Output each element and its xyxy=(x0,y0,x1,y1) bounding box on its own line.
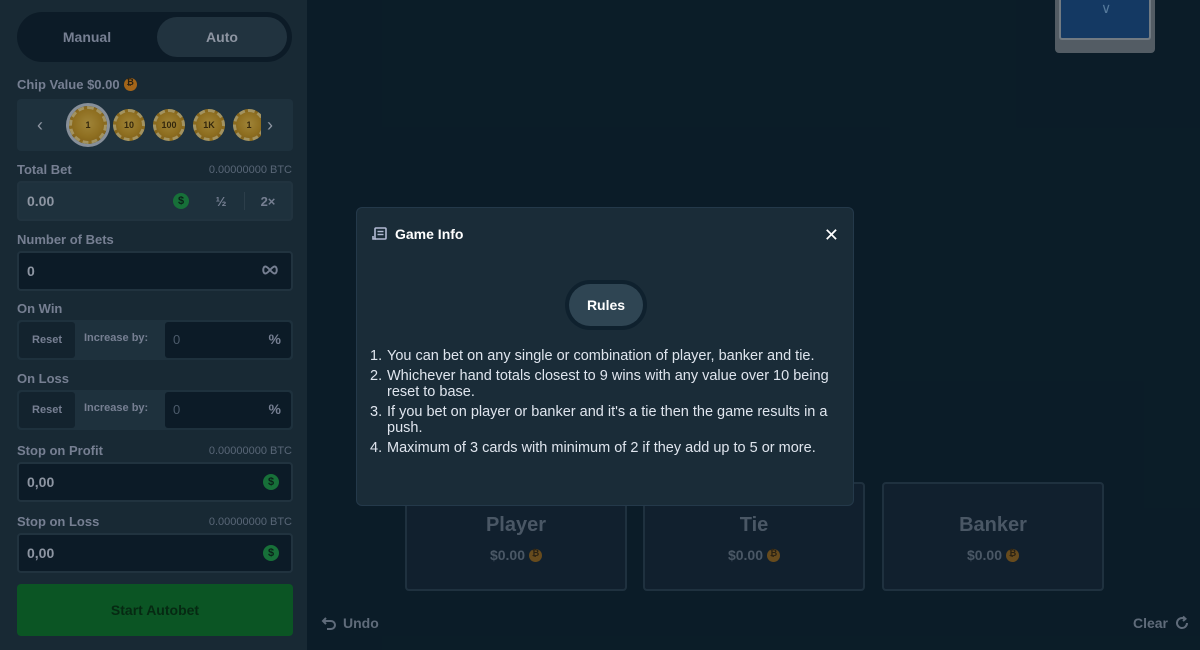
rule-number: 2. xyxy=(370,368,383,384)
tab-manual[interactable]: Manual xyxy=(22,17,152,57)
total-bet-field: 0.00 $ ½ 2× xyxy=(17,181,293,221)
undo-icon xyxy=(321,617,336,630)
tab-auto[interactable]: Auto xyxy=(157,17,287,57)
dollar-icon: $ xyxy=(263,474,279,490)
on-win-control: Reset Increase by: 0 % xyxy=(17,320,293,360)
on-loss-increase-button[interactable]: Increase by: xyxy=(84,402,148,414)
double-bet-button[interactable]: 2× xyxy=(245,194,291,209)
bet-area-label: Player xyxy=(485,514,547,536)
bet-area-amount: $0.00 xyxy=(645,547,863,563)
rule-text: If you bet on player or banker and it's … xyxy=(387,404,828,436)
card-logo-icon: ∨ xyxy=(1101,0,1112,16)
on-loss-control: Reset Increase by: 0 % xyxy=(17,390,293,430)
card-back: ∨ xyxy=(1059,0,1151,40)
chip-value-label: Chip Value $0.00 xyxy=(17,77,137,92)
bet-amount-value: $0.00 xyxy=(727,547,764,563)
btc-icon xyxy=(529,548,543,562)
bet-amount-value: $0.00 xyxy=(966,547,1003,563)
btc-icon xyxy=(1006,548,1020,562)
bet-area-banker[interactable]: Banker $0.00 xyxy=(882,482,1104,591)
chip-100[interactable]: 100 xyxy=(153,109,185,141)
bet-modifiers: ½ 2× xyxy=(198,183,291,219)
scroll-icon xyxy=(372,227,388,246)
clear-button[interactable]: Clear xyxy=(1133,615,1190,631)
half-bet-button[interactable]: ½ xyxy=(198,194,244,209)
number-of-bets-label: Number of Bets xyxy=(17,232,114,247)
on-win-increase-input[interactable]: 0 % xyxy=(165,322,291,358)
rule-text: Maximum of 3 cards with minimum of 2 if … xyxy=(387,440,816,456)
stop-on-profit-label: Stop on Profit xyxy=(17,443,103,458)
stop-on-profit-field: 0,00 $ xyxy=(17,462,293,502)
infinity-icon[interactable] xyxy=(261,263,279,282)
stop-on-profit-input[interactable]: 0,00 xyxy=(27,474,54,490)
bet-area-amount: $0.00 xyxy=(884,547,1102,563)
rule-text: Whichever hand totals closest to 9 wins … xyxy=(387,368,829,400)
tab-rules-wrapper: Rules xyxy=(565,280,647,330)
start-autobet-button[interactable]: Start Autobet xyxy=(17,584,293,636)
rule-item: 3. If you bet on player or banker and it'… xyxy=(370,404,844,436)
on-loss-reset-button[interactable]: Reset xyxy=(19,392,75,428)
bet-area-label: Banker xyxy=(959,514,1027,536)
rule-item: 1. You can bet on any single or combinati… xyxy=(370,348,844,364)
tab-rules[interactable]: Rules xyxy=(569,284,643,326)
chip-1[interactable]: 1 xyxy=(69,106,107,144)
bet-amount-value: $0.00 xyxy=(489,547,526,563)
modal-header: Game Info ✕ xyxy=(357,208,853,262)
rule-text: You can bet on any single or combination… xyxy=(387,348,815,364)
rule-number: 3. xyxy=(370,404,383,420)
btc-icon xyxy=(767,548,781,562)
on-win-increase-button[interactable]: Increase by: xyxy=(84,332,148,344)
chip-track: 1 10 100 1K 1 xyxy=(65,99,261,151)
close-icon[interactable]: ✕ xyxy=(824,225,839,246)
refresh-icon xyxy=(1176,615,1189,629)
undo-label: Undo xyxy=(343,615,379,631)
btc-icon xyxy=(123,77,137,91)
total-bet-input[interactable]: 0.00 xyxy=(27,193,54,209)
chip-1k[interactable]: 1K xyxy=(193,109,225,141)
number-of-bets-field: 0 xyxy=(17,251,293,291)
bet-area-amount: $0.00 xyxy=(407,547,625,563)
on-loss-increase-input[interactable]: 0 % xyxy=(165,392,291,428)
undo-button[interactable]: Undo xyxy=(321,615,379,631)
on-loss-increase-value: 0 xyxy=(173,402,181,417)
total-bet-label: Total Bet xyxy=(17,162,72,177)
on-win-label: On Win xyxy=(17,301,63,316)
modal-title: Game Info xyxy=(395,226,464,242)
card-deck: ∨ xyxy=(1055,0,1155,53)
stop-on-loss-input[interactable]: 0,00 xyxy=(27,545,54,561)
chip-10[interactable]: 10 xyxy=(113,109,145,141)
stop-on-loss-label: Stop on Loss xyxy=(17,514,100,529)
chip-value-text: Chip Value $0.00 xyxy=(17,77,120,92)
bet-area-label: Tie xyxy=(739,514,769,536)
rules-list: 1. You can bet on any single or combinati… xyxy=(370,348,844,460)
chevron-left-icon: ‹ xyxy=(37,114,43,135)
bet-sidebar: Manual Auto Chip Value $0.00 ‹ 1 10 100 … xyxy=(0,0,307,650)
clear-label: Clear xyxy=(1132,615,1168,631)
chevron-right-icon: › xyxy=(267,114,273,135)
total-bet-btc: 0.00000000 BTC xyxy=(208,164,292,176)
percent-icon: % xyxy=(268,331,281,347)
dollar-icon: $ xyxy=(173,193,189,209)
chip-next-button[interactable]: › xyxy=(247,99,293,151)
rule-number: 1. xyxy=(370,348,383,364)
chip-prev-button[interactable]: ‹ xyxy=(17,99,63,151)
game-info-modal: Game Info ✕ Rules 1. You can bet on any s… xyxy=(356,207,854,506)
chip-selector: ‹ 1 10 100 1K 1 › xyxy=(17,99,293,151)
stop-on-loss-field: 0,00 $ xyxy=(17,533,293,573)
on-win-increase-value: 0 xyxy=(173,332,181,347)
on-loss-label: On Loss xyxy=(17,371,70,386)
mode-toggle: Manual Auto xyxy=(17,12,292,62)
stop-on-loss-btc: 0.00000000 BTC xyxy=(208,516,292,528)
rule-item: 4. Maximum of 3 cards with minimum of 2 i… xyxy=(370,440,844,456)
number-of-bets-input[interactable]: 0 xyxy=(27,263,35,279)
rule-number: 4. xyxy=(370,440,383,456)
stop-on-profit-btc: 0.00000000 BTC xyxy=(208,445,292,457)
on-win-reset-button[interactable]: Reset xyxy=(19,322,75,358)
dollar-icon: $ xyxy=(263,545,279,561)
percent-icon: % xyxy=(268,401,281,417)
rule-item: 2. Whichever hand totals closest to 9 win… xyxy=(370,368,844,400)
